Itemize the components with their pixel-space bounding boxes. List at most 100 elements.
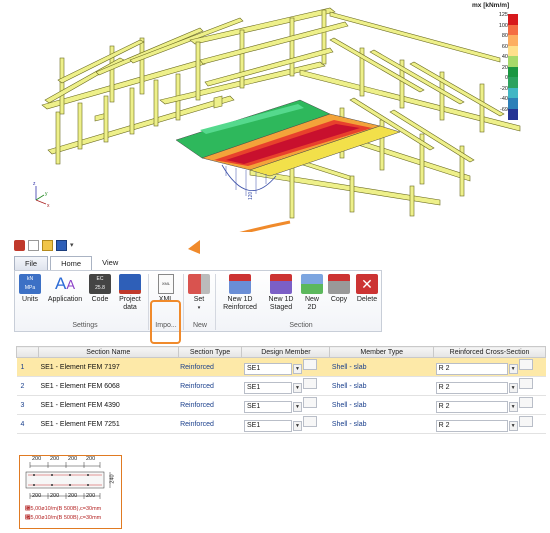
project-data-icon [119,274,141,294]
project-data-button[interactable]: Project data [116,274,144,312]
column-header-design-member[interactable]: Design Member [241,346,331,358]
svg-text:x: x [47,203,50,209]
top-dimension: 200 [50,456,60,462]
section-name-cell[interactable]: SE1 - Element FEM 6068 [38,376,179,396]
column-header-section-name[interactable]: Section Name [37,346,179,358]
customize-toolbar-icon[interactable]: ▾ [70,241,74,249]
reinforced-cross-section-select[interactable]: R 2 [435,362,508,375]
edit-pen-icon[interactable] [518,416,533,428]
top-reinforcement-note: ␴5,00ø10/m(B 500B),c=30mm [25,506,102,512]
top-dimension: 200 [86,456,96,462]
design-member-select[interactable]: SE1 [243,400,292,413]
units-button[interactable]: kN MPa Units [18,274,42,304]
new-1d-reinforced-button[interactable]: New 1D Reinforced [219,274,261,312]
chevron-down-icon[interactable]: ▼ [292,383,302,394]
new-1d-staged-label: New 1D Staged [268,296,294,311]
design-member-select[interactable]: SE1 [243,381,292,394]
xml-file-icon: XML [158,274,174,294]
member-type-cell: Shell - slab [329,376,434,396]
chevron-down-icon[interactable]: ▼ [508,421,518,432]
legend-tick-label: 40 [501,54,508,60]
reinforced-cross-section-select[interactable]: R 2 [435,381,508,394]
edit-pen-icon[interactable] [518,397,533,409]
column-header-section-type[interactable]: Section Type [177,346,243,358]
chevron-down-icon[interactable]: ▼ [292,364,302,375]
design-member-select[interactable]: SE1 [243,362,292,375]
design-member-cell: SE1 ▼ [241,376,330,396]
bottom-dimension: 200 [86,493,96,499]
section-type-cell: Reinforced [178,414,242,434]
column-header-reinforced-cross-section[interactable]: Reinforced Cross-Section [433,346,546,358]
edit-pen-icon[interactable] [302,416,317,428]
legend-color-swatch [508,66,518,78]
model-viewport[interactable]: 120 z x y mx [kNm/m] 125 100 80 60 40 20 0 -20 -… [0,0,550,232]
chevron-down-icon[interactable]: ▼ [508,383,518,394]
copy-button[interactable]: Copy [327,274,351,304]
svg-text:y: y [45,191,48,197]
chevron-down-icon[interactable]: ▼ [292,402,302,413]
table-row[interactable]: 1 SE1 - Element FEM 7197 Reinforced SE1 ▼ She… [16,357,546,377]
edit-pen-icon[interactable] [518,359,533,371]
code-button[interactable]: EC 25.8 Code [88,274,112,304]
design-member-cell: SE1 ▼ [241,395,330,415]
set-label: Set [193,296,205,303]
table-row[interactable]: 4 SE1 - Element FEM 7251 Reinforced SE1 ▼ She… [16,414,546,434]
edit-pen-icon[interactable] [518,378,533,390]
new-file-icon[interactable] [28,239,39,251]
tab-file[interactable]: File [14,256,49,270]
app-logo-icon[interactable] [14,239,25,251]
reinforced-cross-section-select[interactable]: R 2 [435,419,508,432]
column-header-index[interactable] [16,346,39,358]
design-member-select[interactable]: SE1 [243,419,292,432]
tab-view[interactable]: View [92,256,128,270]
open-folder-icon[interactable] [42,239,53,251]
code-label: Code [91,296,109,303]
group-settings-label: Settings [72,322,98,329]
legend-color-swatch [508,35,518,46]
row-index: 1 [16,357,39,377]
quick-access-toolbar: ▾ [14,238,74,252]
group-new-label: New [192,322,207,329]
edit-pen-icon[interactable] [302,378,317,390]
new-1d-staged-button[interactable]: New 1D Staged [265,274,297,312]
legend-tick-label: 20 [501,64,508,71]
reinforced-cross-section-select[interactable]: R 2 [435,400,508,413]
top-dimension: 200 [32,456,42,462]
tab-home[interactable]: Home [50,256,93,270]
ribbon: ▾ File Home View kN MPa Units AA Applicat… [14,238,384,344]
project-data-label: Project data [119,296,141,311]
legend-tick-label: -69 [500,106,508,113]
reinforced-cross-section-cell: R 2 ▼ [433,357,546,377]
table-row[interactable]: 3 SE1 - Element FEM 4390 Reinforced SE1 ▼ She… [16,395,546,415]
callout-arrow [239,220,291,232]
set-button[interactable]: Set ▾ [187,274,211,312]
group-separator [183,274,184,330]
delete-label: Delete [356,296,378,303]
edit-pen-icon[interactable] [302,359,317,371]
table-row[interactable]: 2 SE1 - Element FEM 6068 Reinforced SE1 ▼ She… [16,376,546,396]
bottom-dimension: 200 [32,493,42,499]
legend-tick-label: 125 [498,12,508,18]
column-header-member-type[interactable]: Member Type [329,346,435,358]
edit-pen-icon[interactable] [302,397,317,409]
reinforced-cross-section-cell: R 2 ▼ [433,395,546,415]
legend-color-swatch [508,14,518,25]
member-type-cell: Shell - slab [329,395,434,415]
section-name-cell[interactable]: SE1 - Element FEM 4390 [38,395,179,415]
new-2d-button[interactable]: New 2D [301,274,323,312]
reinforced-cross-section-cell: R 2 ▼ [433,414,546,434]
chevron-down-icon[interactable]: ▼ [508,364,518,375]
section-name-cell[interactable]: SE1 - Element FEM 7197 [38,357,179,377]
row-index: 2 [16,376,39,396]
delete-button[interactable]: ✕ Delete [353,274,381,304]
set-dropdown-icon[interactable]: ▾ [198,305,201,311]
save-icon[interactable] [56,239,67,251]
chevron-down-icon[interactable]: ▼ [508,402,518,413]
cross-section-preview[interactable]: 200 200 200 200 200 200 200 200 240 ␴5,0… [19,455,122,529]
design-member-cell: SE1 ▼ [241,414,330,434]
section-name-cell[interactable]: SE1 - Element FEM 7251 [38,414,179,434]
legend-color-swatch [508,98,518,109]
chevron-down-icon[interactable]: ▼ [292,421,302,432]
application-button[interactable]: AA Application [45,274,85,304]
copy-label: Copy [330,296,348,303]
